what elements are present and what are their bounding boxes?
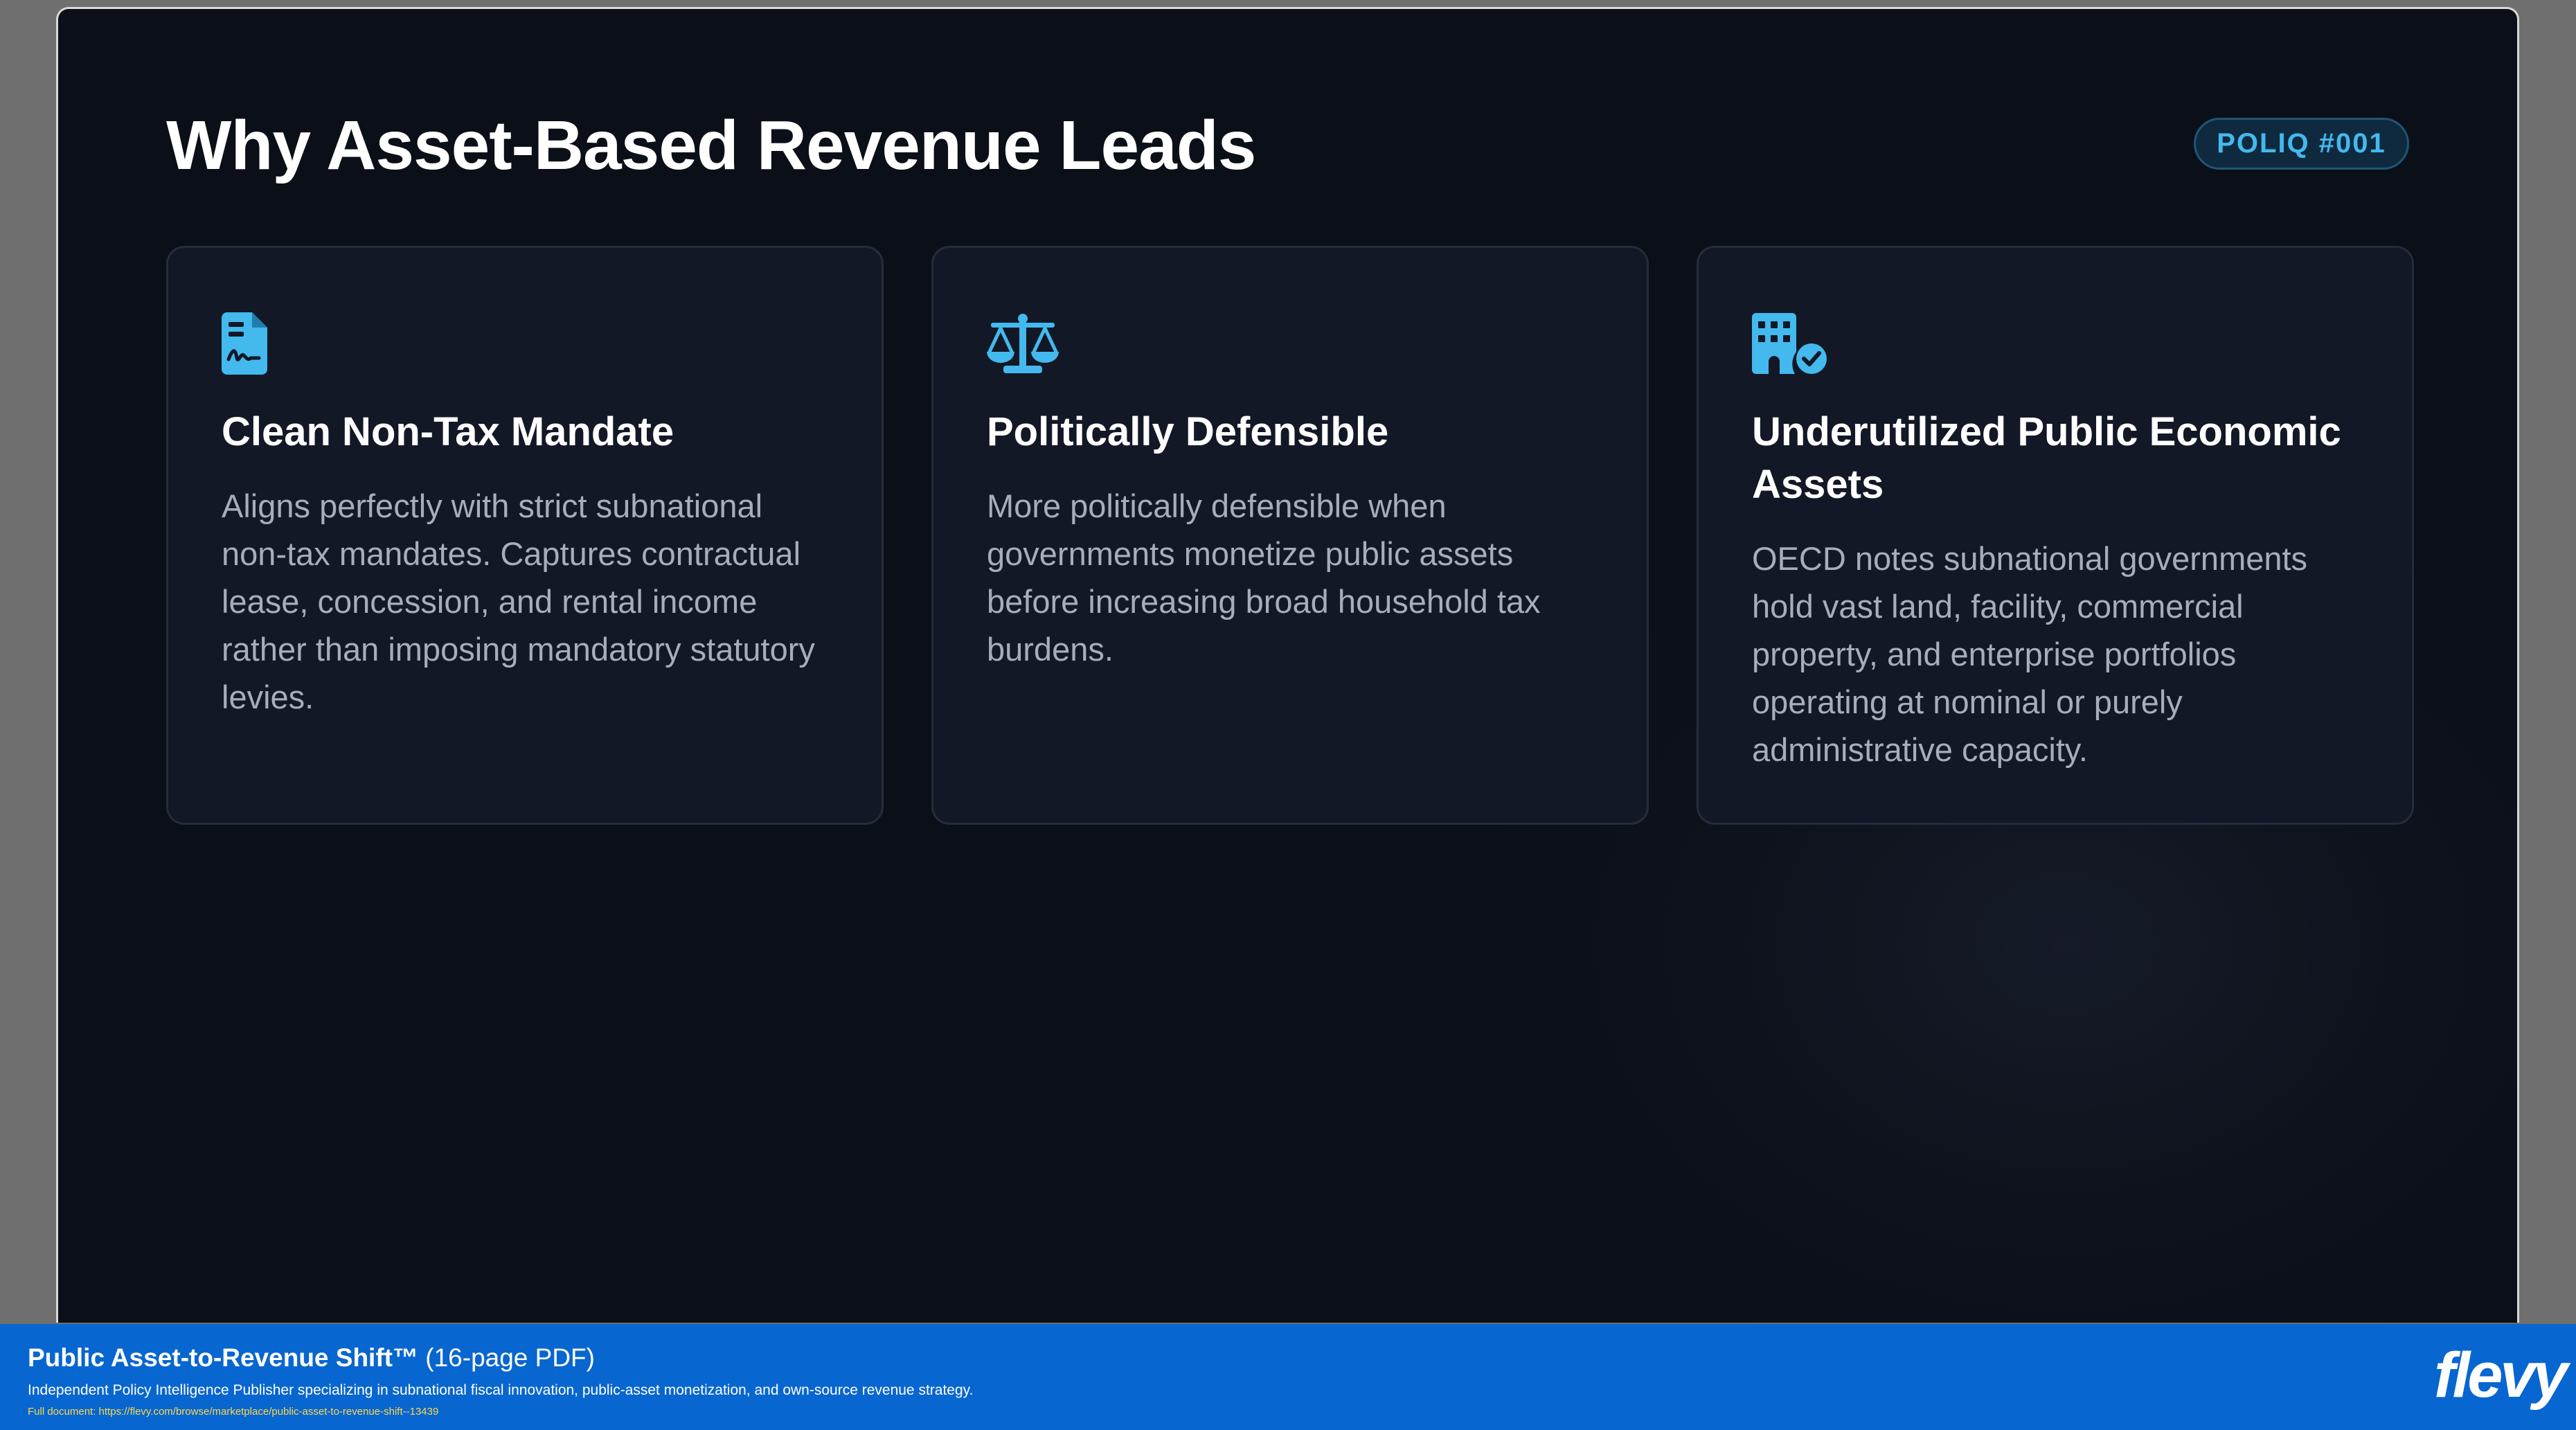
reference-badge: POLIQ #001 [2194,118,2409,170]
card-heading: Clean Non-Tax Mandate [222,409,674,454]
card-politically-defensible: Politically Defensible More politically … [931,246,1649,825]
flevy-logo[interactable]: flevy [2434,1339,2568,1412]
card-underutilized-public-economic-assets: Underutilized Public Economic Assets OEC… [1697,246,2414,825]
card-body: OECD notes subnational governments hold … [1752,540,2308,768]
publisher-description: Independent Policy Intelligence Publishe… [28,1382,974,1398]
document-signature-icon [222,312,267,375]
card-body: More politically defensible when governm… [987,488,1541,668]
slide-title: Why Asset-Based Revenue Leads [166,107,1256,184]
document-link[interactable]: Full document: https://flevy.com/browse/… [28,1406,438,1418]
card-body: Aligns perfectly with strict subnational… [222,488,815,715]
document-page-count: (16-page PDF) [425,1343,595,1372]
card-heading: Politically Defensible [987,409,1389,454]
card-clean-non-tax-mandate: Clean Non-Tax Mandate Aligns perfectly w… [166,246,884,825]
building-check-icon [1752,313,1827,374]
balance-scale-icon [987,314,1059,373]
document-name: Public Asset-to-Revenue Shift™ [28,1343,418,1372]
document-footer-banner: Public Asset-to-Revenue Shift™ (16-page … [0,1324,2576,1430]
slide: Why Asset-Based Revenue Leads POLIQ #001… [56,7,2519,1323]
document-title: Public Asset-to-Revenue Shift™ (16-page … [28,1343,595,1373]
card-heading: Underutilized Public Economic Assets [1752,409,2341,507]
